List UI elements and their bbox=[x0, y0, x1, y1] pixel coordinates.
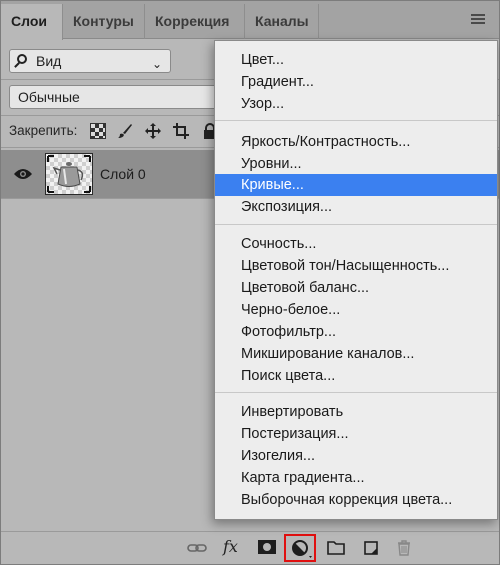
menu-item-invert[interactable]: Инвертировать bbox=[215, 401, 497, 423]
menu-separator bbox=[215, 392, 497, 393]
layer-name[interactable]: Слой 0 bbox=[100, 166, 146, 182]
menu-item-threshold[interactable]: Изогелия... bbox=[215, 445, 497, 467]
layer-filter-label: Вид bbox=[36, 53, 62, 69]
teapot-image-icon bbox=[47, 155, 91, 193]
blend-mode-select[interactable]: Обычные bbox=[9, 85, 239, 109]
tab-channels[interactable]: Каналы bbox=[245, 4, 319, 39]
layer-thumbnail[interactable] bbox=[45, 153, 93, 195]
adjustment-circle-icon bbox=[292, 540, 312, 558]
menu-item-channel-mixer[interactable]: Микширование каналов... bbox=[215, 343, 497, 365]
lock-artboard-icon[interactable] bbox=[173, 123, 189, 139]
link-layers-icon[interactable] bbox=[187, 540, 207, 556]
tab-paths[interactable]: Контуры bbox=[63, 4, 145, 39]
new-group-folder-icon[interactable] bbox=[327, 540, 345, 556]
lock-label: Закрепить: bbox=[9, 123, 78, 138]
menu-item-curves[interactable]: Кривые... bbox=[215, 174, 497, 196]
menu-item-brightness-contrast[interactable]: Яркость/Контрастность... bbox=[215, 131, 497, 153]
new-adjustment-layer-menu: Цвет... Градиент... Узор... Яркость/Конт… bbox=[214, 40, 498, 520]
chevron-down-icon: ⌄ bbox=[151, 57, 162, 71]
menu-separator bbox=[215, 120, 497, 121]
new-layer-icon[interactable] bbox=[363, 540, 379, 556]
lock-pixels-brush-icon[interactable] bbox=[117, 123, 133, 139]
menu-item-color-lookup[interactable]: Поиск цвета... bbox=[215, 365, 497, 387]
add-mask-icon[interactable] bbox=[258, 540, 276, 556]
lock-transparency-icon[interactable] bbox=[90, 123, 106, 139]
fx-icon[interactable]: fx bbox=[223, 537, 238, 556]
visibility-eye-icon[interactable] bbox=[14, 167, 32, 179]
menu-item-vibrance[interactable]: Сочность... bbox=[215, 233, 497, 255]
tab-layers[interactable]: Слои bbox=[1, 4, 63, 40]
menu-item-color-balance[interactable]: Цветовой баланс... bbox=[215, 277, 497, 299]
menu-item-levels[interactable]: Уровни... bbox=[215, 153, 497, 175]
search-icon bbox=[17, 54, 27, 64]
tab-adjustments[interactable]: Коррекция bbox=[145, 4, 245, 39]
menu-item-gradient[interactable]: Градиент... bbox=[215, 71, 497, 93]
blend-mode-label: Обычные bbox=[18, 89, 80, 105]
trash-delete-icon[interactable] bbox=[397, 540, 411, 556]
menu-item-black-white[interactable]: Черно-белое... bbox=[215, 299, 497, 321]
menu-item-selective-color[interactable]: Выборочная коррекция цвета... bbox=[215, 489, 497, 511]
menu-item-gradient-map[interactable]: Карта градиента... bbox=[215, 467, 497, 489]
layers-bottom-toolbar: fx bbox=[1, 531, 499, 564]
menu-item-posterize[interactable]: Постеризация... bbox=[215, 423, 497, 445]
menu-item-photo-filter[interactable]: Фотофильтр... bbox=[215, 321, 497, 343]
menu-separator bbox=[215, 224, 497, 225]
tab-bar: Слои Контуры Коррекция Каналы bbox=[1, 1, 499, 40]
new-adjustment-layer-button[interactable] bbox=[284, 534, 316, 562]
menu-item-hue-saturation[interactable]: Цветовой тон/Насыщенность... bbox=[215, 255, 497, 277]
menu-item-exposure[interactable]: Экспозиция... bbox=[215, 196, 497, 218]
layer-filter-select[interactable]: Вид ⌄ bbox=[9, 49, 171, 73]
menu-item-solid-color[interactable]: Цвет... bbox=[215, 49, 497, 71]
lock-position-move-icon[interactable] bbox=[145, 123, 161, 139]
menu-item-pattern[interactable]: Узор... bbox=[215, 93, 497, 115]
panel-menu-icon[interactable] bbox=[471, 14, 485, 24]
